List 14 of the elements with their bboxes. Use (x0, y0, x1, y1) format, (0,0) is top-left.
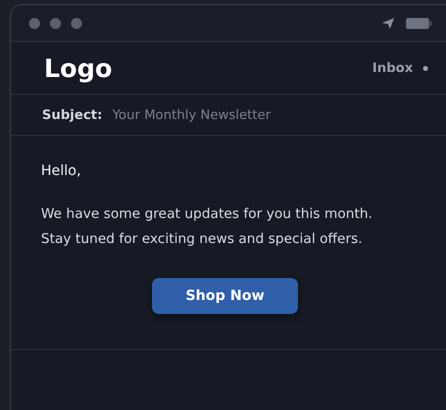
subject-text: Your Monthly Newsletter (112, 108, 271, 122)
shop-now-button[interactable]: Shop Now (152, 278, 298, 314)
greeting-text: Hello, (41, 163, 82, 179)
send-icon (382, 18, 394, 28)
message-line: We have some great updates for you this month. (41, 205, 374, 224)
window-control[interactable] (71, 18, 82, 28)
battery-icon (406, 18, 432, 28)
window-control[interactable] (50, 18, 61, 28)
logo: Logo (44, 54, 112, 82)
message-line: Stay tuned for exciting news and special offers. (41, 230, 364, 249)
subject-label: Subject: (42, 108, 102, 122)
dot-icon (423, 66, 428, 70)
folder-label[interactable]: Inbox (372, 60, 413, 76)
window-control[interactable] (29, 18, 40, 28)
